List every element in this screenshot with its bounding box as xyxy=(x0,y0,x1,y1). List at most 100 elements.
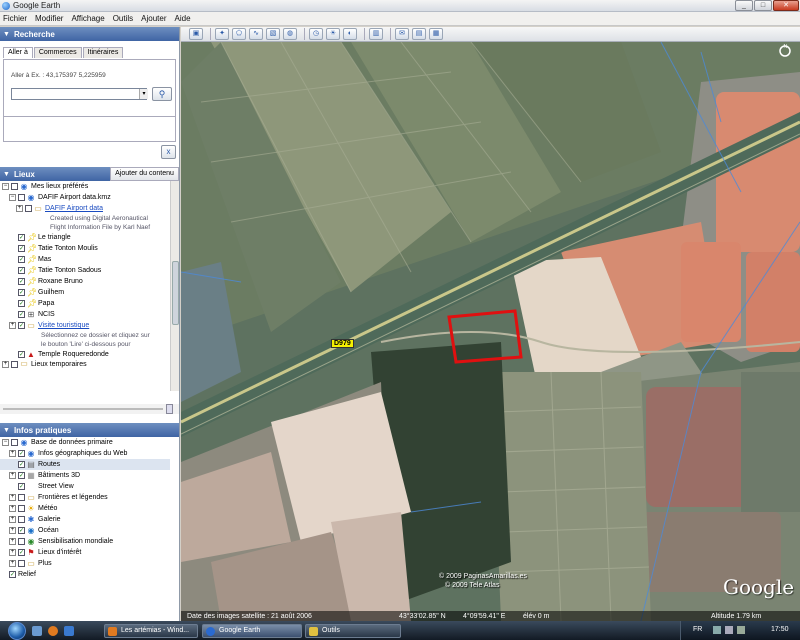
menu-affichage[interactable]: Affichage xyxy=(71,14,104,23)
layer-borders[interactable]: + ▭ Frontières et légendes xyxy=(0,492,170,503)
expand-icon[interactable]: − xyxy=(2,439,9,446)
menu-outils[interactable]: Outils xyxy=(113,14,133,23)
checkbox[interactable] xyxy=(18,538,25,545)
tree-item-le-triangle[interactable]: ✓ 📌︎ Le triangle xyxy=(0,232,170,243)
view-in-maps-button[interactable]: ▦ xyxy=(429,28,443,40)
expand-icon[interactable]: − xyxy=(2,183,9,190)
close-button[interactable]: ✕ xyxy=(773,0,799,11)
layer-more[interactable]: + ▭ Plus xyxy=(0,558,170,569)
checkbox[interactable]: ✓ xyxy=(18,300,25,307)
slider-knob[interactable] xyxy=(166,404,173,414)
layer-buildings-3d[interactable]: + ✓ ▦ Bâtiments 3D xyxy=(0,470,170,481)
add-path-button[interactable]: ∿ xyxy=(249,28,263,40)
checkbox[interactable] xyxy=(18,494,25,501)
menu-aide[interactable]: Aide xyxy=(175,14,191,23)
tray-app-icon[interactable] xyxy=(737,626,745,634)
expand-icon[interactable]: + xyxy=(2,360,9,368)
checkbox[interactable]: ✓ xyxy=(18,483,25,490)
tree-item-dafif-kmz[interactable]: − ◉ DAFIF Airport data.kmz xyxy=(0,192,170,203)
task-les-artemias[interactable]: Les artémias - Wind... xyxy=(104,624,198,638)
expand-icon[interactable]: + xyxy=(9,527,16,534)
tree-item-ncis[interactable]: ✓ ⊞ NCIS xyxy=(0,309,170,320)
tab-itineraires[interactable]: Itinéraires xyxy=(82,47,124,58)
checkbox[interactable]: ✓ xyxy=(18,311,25,318)
task-outils[interactable]: Outils xyxy=(305,624,401,638)
tree-item-tatie-moulis[interactable]: ✓ 📌︎ Tatie Tonton Moulis xyxy=(0,243,170,254)
expand-icon[interactable]: + xyxy=(9,538,16,545)
layer-primary-db[interactable]: − ◉ Base de données primaire xyxy=(0,437,170,448)
ruler-button[interactable]: ▥ xyxy=(369,28,383,40)
ie-icon[interactable] xyxy=(64,625,74,636)
checkbox[interactable] xyxy=(18,505,25,512)
menu-ajouter[interactable]: Ajouter xyxy=(141,14,166,23)
layer-street-view[interactable]: ✓ Street View xyxy=(0,481,170,492)
tree-item-roxane-bruno[interactable]: ✓ 📌︎ Roxane Bruno xyxy=(0,276,170,287)
firefox-icon[interactable] xyxy=(48,625,58,636)
layer-relief[interactable]: ✓ Relief xyxy=(0,569,170,580)
language-indicator[interactable]: FR xyxy=(693,626,702,633)
task-google-earth[interactable]: Google Earth xyxy=(202,624,302,638)
layer-ocean[interactable]: + ✓ ◉ Océan xyxy=(0,525,170,536)
places-header[interactable]: ▼ Lieux xyxy=(0,167,110,181)
checkbox[interactable]: ✓ xyxy=(18,472,25,479)
checkbox[interactable] xyxy=(18,516,25,523)
checkbox[interactable]: ✓ xyxy=(18,461,25,468)
record-tour-button[interactable]: ◍ xyxy=(283,28,297,40)
checkbox[interactable]: ✓ xyxy=(18,256,25,263)
tree-item-mes-lieux[interactable]: − ◉ Mes lieux préférés xyxy=(0,181,170,192)
expand-icon[interactable]: + xyxy=(9,516,16,523)
checkbox[interactable]: ✓ xyxy=(18,234,25,241)
planets-button[interactable]: ◐ xyxy=(343,28,357,40)
layer-geo-web[interactable]: + ✓ ◉ Infos géographiques du Web xyxy=(0,448,170,459)
checkbox[interactable] xyxy=(11,439,18,446)
tree-item-temple[interactable]: ✓ ▲ Temple Roqueredonde xyxy=(0,349,170,360)
map-view[interactable]: N D979 © 2009 PaginasAmarillas.es © 2009… xyxy=(181,42,800,621)
add-content-button[interactable]: Ajouter du contenu xyxy=(110,167,179,181)
menu-modifier[interactable]: Modifier xyxy=(35,14,63,23)
start-button[interactable] xyxy=(8,621,26,640)
tree-item-lieux-temporaires[interactable]: + ▭ Lieux temporaires xyxy=(0,360,170,368)
layers-header[interactable]: ▼ Infos pratiques xyxy=(0,423,179,437)
search-button[interactable]: ⚲ xyxy=(152,87,172,101)
layer-weather[interactable]: + ☀ Météo xyxy=(0,503,170,514)
menu-fichier[interactable]: Fichier xyxy=(3,14,27,23)
expand-icon[interactable]: + xyxy=(9,549,16,556)
expand-icon[interactable]: + xyxy=(9,560,16,567)
tree-item-visite-touristique[interactable]: + ✓ ▭ Visite touristique xyxy=(0,320,170,331)
tree-item-mas[interactable]: ✓ 📌︎ Mas xyxy=(0,254,170,265)
layer-gallery[interactable]: + ✱ Galerie xyxy=(0,514,170,525)
tree-item-papa[interactable]: ✓ 📌︎ Papa xyxy=(0,298,170,309)
checkbox[interactable] xyxy=(18,560,25,567)
search-input[interactable] xyxy=(11,88,147,100)
window-titlebar[interactable]: Google Earth _ □ ✕ xyxy=(0,0,800,12)
checkbox[interactable] xyxy=(11,183,18,190)
expand-icon[interactable]: + xyxy=(9,472,16,479)
scroll-thumb[interactable] xyxy=(172,261,179,325)
search-header[interactable]: ▼ Recherche xyxy=(0,27,179,41)
navigation-controls[interactable]: N xyxy=(774,44,796,58)
expand-icon[interactable]: + xyxy=(9,505,16,512)
tour-slider[interactable] xyxy=(0,404,179,414)
expand-icon[interactable]: + xyxy=(9,322,16,329)
volume-icon[interactable] xyxy=(725,626,733,634)
checkbox[interactable]: ✓ xyxy=(18,351,25,358)
expand-icon[interactable]: − xyxy=(9,194,16,201)
layer-routes[interactable]: ✓ ▤ Routes xyxy=(0,459,170,470)
tree-item-tatie-sadous[interactable]: ✓ 📌︎ Tatie Tonton Sadous xyxy=(0,265,170,276)
maximize-button[interactable]: □ xyxy=(754,0,772,11)
expand-icon[interactable]: + xyxy=(16,205,23,212)
tab-commerces[interactable]: Commerces xyxy=(33,47,82,58)
historical-imagery-button[interactable]: ◷ xyxy=(309,28,323,40)
checkbox[interactable] xyxy=(25,205,32,212)
clear-search-button[interactable]: x xyxy=(161,145,176,159)
checkbox[interactable]: ✓ xyxy=(18,527,25,534)
checkbox[interactable] xyxy=(11,360,18,368)
network-icon[interactable] xyxy=(713,626,721,634)
checkbox[interactable]: ✓ xyxy=(18,549,25,556)
add-polygon-button[interactable]: ⬠ xyxy=(232,28,246,40)
search-results[interactable] xyxy=(3,116,176,142)
print-button[interactable]: ▤ xyxy=(412,28,426,40)
checkbox[interactable]: ✓ xyxy=(18,322,25,329)
tree-item-guilhem[interactable]: ✓ 📌︎ Guilhem xyxy=(0,287,170,298)
tree-item-dafif-data[interactable]: + ▭ DAFIF Airport data xyxy=(0,203,170,214)
